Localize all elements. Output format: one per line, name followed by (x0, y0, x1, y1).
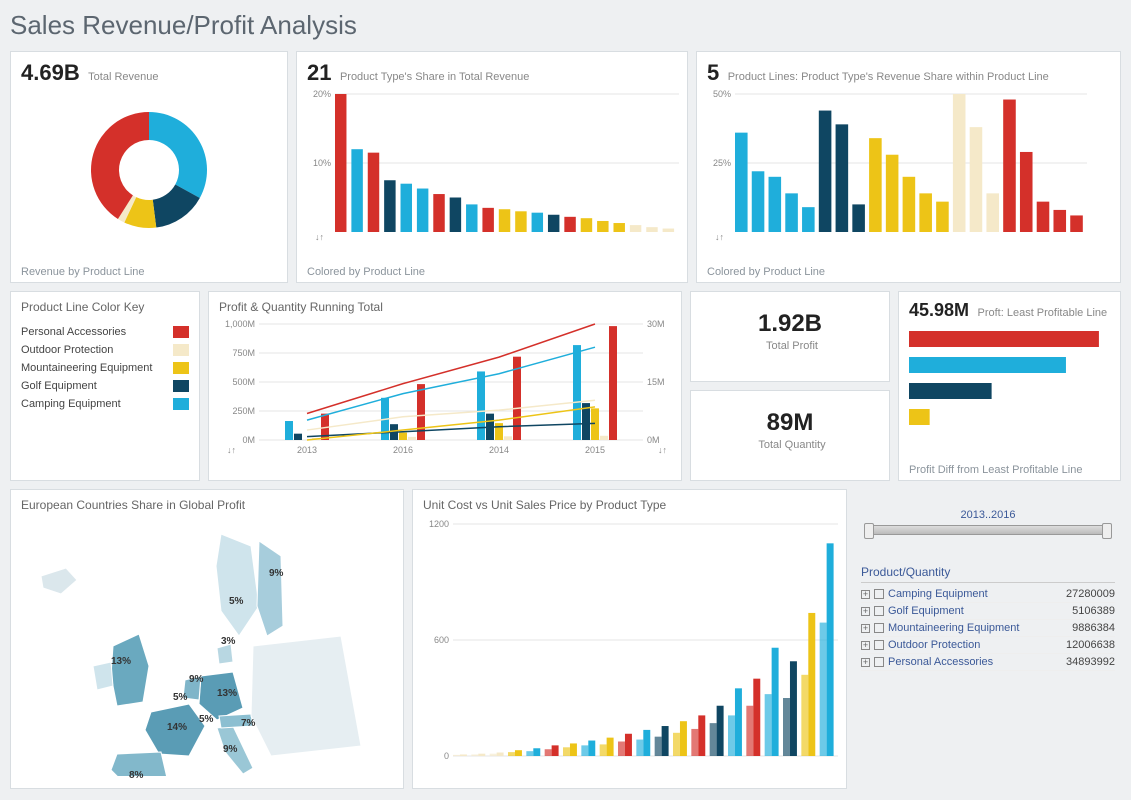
card-revenue-donut: 4.69B Total Revenue Revenue by Product L… (10, 51, 288, 283)
kpi-total-qty: 89M Total Quantity (690, 390, 890, 481)
profit-diff-label: Proft: Least Profitable Line (978, 307, 1108, 319)
slider-handle-left[interactable] (864, 523, 874, 539)
pq-row[interactable]: +Outdoor Protection12006638 (861, 637, 1115, 654)
legend-title: Product Line Color Key (21, 300, 189, 314)
map-title: European Countries Share in Global Profi… (21, 498, 393, 512)
expand-icon[interactable]: + (861, 641, 870, 650)
map-label: 5% (229, 596, 243, 607)
map-label: 13% (111, 656, 131, 667)
expand-icon[interactable]: + (861, 607, 870, 616)
map-label: 5% (173, 692, 187, 703)
slider-label: 2013..2016 (865, 509, 1111, 521)
map-label: 3% (221, 636, 235, 647)
checkbox[interactable] (874, 589, 884, 599)
card-type-share: 21 Product Type's Share in Total Revenue… (296, 51, 688, 283)
svg-text:750M: 750M (232, 348, 255, 358)
card-profit-diff: 45.98M Proft: Least Profitable Line Prof… (898, 291, 1121, 481)
card2-caption: Colored by Product Line (307, 266, 425, 278)
svg-text:500M: 500M (232, 377, 255, 387)
total-qty-value: 89M (701, 409, 879, 437)
legend-item: Camping Equipment (21, 398, 189, 410)
svg-text:↓↑: ↓↑ (315, 232, 324, 242)
map-label: 14% (167, 722, 187, 733)
legend-item: Outdoor Protection (21, 344, 189, 356)
svg-text:1,000M: 1,000M (225, 319, 255, 329)
map-label: 8% (129, 770, 143, 781)
running-title: Profit & Quantity Running Total (219, 300, 671, 314)
total-revenue-label: Total Revenue (88, 71, 158, 83)
map-label: 7% (241, 718, 255, 729)
card-map: European Countries Share in Global Profi… (10, 489, 404, 789)
svg-text:10%: 10% (313, 158, 331, 168)
svg-text:600: 600 (434, 635, 449, 645)
expand-icon[interactable]: + (861, 624, 870, 633)
checkbox[interactable] (874, 640, 884, 650)
profit-diff-caption: Profit Diff from Least Profitable Line (909, 464, 1082, 476)
line-count-value: 5 (707, 60, 719, 86)
card-cost-vs-price: Unit Cost vs Unit Sales Price by Product… (412, 489, 847, 789)
svg-text:30M: 30M (647, 319, 665, 329)
expand-icon[interactable]: + (861, 658, 870, 667)
total-profit-label: Total Profit (705, 340, 879, 352)
map-label: 9% (269, 568, 283, 579)
card3-caption: Colored by Product Line (707, 266, 825, 278)
map-label: 5% (199, 714, 213, 725)
pq-row[interactable]: +Golf Equipment5106389 (861, 603, 1115, 620)
svg-text:25%: 25% (713, 158, 731, 168)
svg-text:15M: 15M (647, 377, 665, 387)
scatter-title: Unit Cost vs Unit Sales Price by Product… (423, 498, 836, 512)
profit-diff-value: 45.98M (909, 300, 969, 321)
year-slider[interactable]: 2013..2016 (855, 489, 1121, 555)
donut-caption: Revenue by Product Line (21, 266, 145, 278)
legend-item: Golf Equipment (21, 380, 189, 392)
svg-text:↓↑: ↓↑ (658, 445, 667, 455)
pq-row[interactable]: +Mountaineering Equipment9886384 (861, 620, 1115, 637)
svg-text:50%: 50% (713, 89, 731, 99)
expand-icon[interactable]: + (861, 590, 870, 599)
kpi-total-profit: 1.92B Total Profit (690, 291, 890, 382)
checkbox[interactable] (874, 657, 884, 667)
svg-text:0: 0 (444, 751, 449, 761)
legend-item: Personal Accessories (21, 326, 189, 338)
slider-handle-right[interactable] (1102, 523, 1112, 539)
checkbox[interactable] (874, 623, 884, 633)
product-quantity-table: Product/Quantity +Camping Equipment27280… (855, 565, 1121, 671)
svg-text:250M: 250M (232, 406, 255, 416)
line-count-label: Product Lines: Product Type's Revenue Sh… (728, 71, 1049, 83)
svg-text:2013: 2013 (297, 445, 317, 455)
checkbox[interactable] (874, 606, 884, 616)
svg-text:2016: 2016 (393, 445, 413, 455)
total-qty-label: Total Quantity (705, 439, 879, 451)
card-line-share: 5 Product Lines: Product Type's Revenue … (696, 51, 1121, 283)
pq-title: Product/Quantity (861, 565, 1115, 583)
pq-row[interactable]: +Camping Equipment27280009 (861, 586, 1115, 603)
type-count-label: Product Type's Share in Total Revenue (340, 71, 529, 83)
svg-text:↓↑: ↓↑ (227, 445, 236, 455)
svg-text:↓↑: ↓↑ (715, 232, 724, 242)
map-label: 9% (189, 674, 203, 685)
svg-text:2015: 2015 (585, 445, 605, 455)
svg-text:2014: 2014 (489, 445, 509, 455)
map-label: 9% (223, 744, 237, 755)
card-legend: Product Line Color Key Personal Accessor… (10, 291, 200, 481)
svg-text:1200: 1200 (429, 519, 449, 529)
legend-item: Mountaineering Equipment (21, 362, 189, 374)
total-revenue-value: 4.69B (21, 60, 80, 86)
type-count-value: 21 (307, 60, 331, 86)
map-label: 13% (217, 688, 237, 699)
svg-text:0M: 0M (242, 435, 255, 445)
svg-text:20%: 20% (313, 89, 331, 99)
pq-row[interactable]: +Personal Accessories34893992 (861, 654, 1115, 671)
svg-text:0M: 0M (647, 435, 660, 445)
page-title: Sales Revenue/Profit Analysis (10, 10, 1121, 41)
total-profit-value: 1.92B (701, 310, 879, 338)
card-running-total: Profit & Quantity Running Total 0M 250M 50… (208, 291, 682, 481)
